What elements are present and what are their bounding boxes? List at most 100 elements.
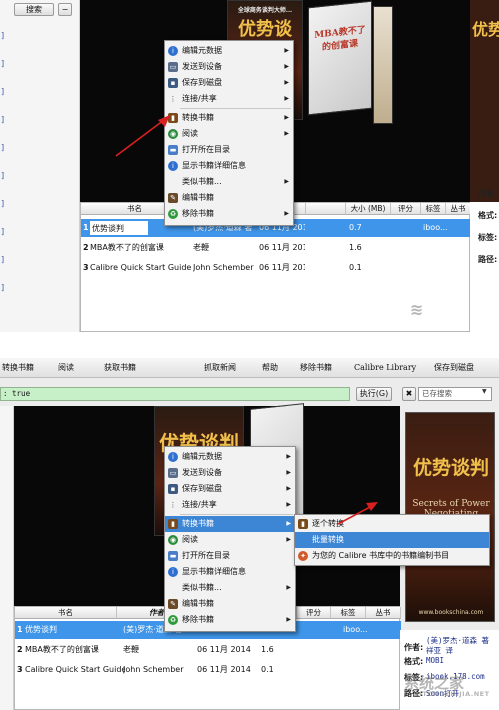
col-title-header[interactable]: 书名 [15, 607, 117, 619]
col-size-header[interactable]: 大小 (MB) [346, 203, 391, 215]
row-title[interactable]: Calibre Quick Start Guide [90, 259, 194, 277]
toolbar-get-books[interactable]: 获取书籍 [104, 359, 136, 377]
col-date-header[interactable] [306, 203, 346, 215]
menu-item-open-folder[interactable]: ▬ 打开所在目录 [165, 548, 295, 564]
toolbar-read[interactable]: 阅读 [58, 359, 74, 377]
format-value[interactable]: MOBI [426, 656, 444, 665]
menu-item-show-details[interactable]: i 显示书籍详细信息 [165, 158, 293, 174]
col-series-header[interactable]: 丛书 [446, 203, 471, 215]
row-title[interactable]: Calibre Quick Start Guide [25, 661, 125, 679]
menu-item-edit-book[interactable]: ✎ 编辑书籍 [165, 190, 293, 206]
menu-item-save-to-disk[interactable]: ▪ 保存到磁盘 ▶ [165, 481, 295, 497]
title-edit-input[interactable]: 优势谈判 [89, 220, 149, 236]
menu-item-edit-book[interactable]: ✎ 编辑书籍 [165, 596, 295, 612]
menu-item-send-to-device[interactable]: ▭ 发送到设备 ▶ [165, 59, 293, 75]
menu-item-show-details[interactable]: i 显示书籍详细信息 [165, 564, 295, 580]
clear-search-button[interactable]: ✖ [402, 387, 416, 401]
submenu-convert-individually[interactable]: ▮ 逐个转换 [295, 516, 489, 532]
row-title[interactable]: 优势谈判 [25, 621, 115, 639]
info-icon: i [168, 452, 178, 462]
read-eye-icon: ◉ [168, 535, 178, 545]
tag-browser-panel [0, 406, 14, 710]
menu-item-read[interactable]: ◉ 阅读 ▶ [165, 532, 295, 548]
menu-item-open-folder[interactable]: ▬ 打开所在目录 [165, 142, 293, 158]
recycle-icon: ♻ [168, 615, 178, 625]
row-tags: iboo... [423, 223, 448, 232]
book-details-pane: 作者: (美)罗杰·道森 著 祥亚 译 格式: MOBI 标签: ibook.1… [400, 630, 499, 710]
menu-item-send-to-device[interactable]: ▭ 发送到设备 ▶ [165, 465, 295, 481]
menu-item-edit-metadata[interactable]: i 编辑元数据 ▶ [165, 43, 293, 59]
search-input[interactable]: : true [0, 387, 350, 401]
menu-separator [180, 514, 293, 515]
col-tags-header[interactable]: 标签 [421, 203, 446, 215]
row-title[interactable]: MBA教不了的创富课 [90, 239, 190, 257]
menu-item-connect-share[interactable]: ⋮ 连接/共享 ▶ [165, 497, 295, 513]
menu-item-similar-books[interactable]: 类似书籍... ▶ [165, 174, 293, 190]
menu-item-remove-books[interactable]: ♻ 移除书籍 ▶ [165, 206, 293, 222]
format-label: 格式: [478, 211, 498, 220]
author-value-2[interactable]: 祥亚 译 [426, 645, 453, 656]
format-label: 格式: [404, 657, 424, 666]
row-author: John Schember [123, 665, 184, 674]
menu-item-connect-share[interactable]: ⋮ 连接/共享 ▶ [165, 91, 293, 107]
toolbar-convert-books[interactable]: 转换书籍 [2, 359, 34, 377]
col-series-header[interactable]: 丛书 [366, 607, 401, 619]
main-toolbar: 转换书籍 阅读 获取书籍 抓取新闻 帮助 移除书籍 Calibre Librar… [0, 358, 499, 378]
row-date: 06 11月 2014 [197, 665, 251, 674]
send-device-icon: ▭ [168, 62, 178, 72]
context-menu: i 编辑元数据 ▶ ▭ 发送到设备 ▶ ▪ 保存到磁盘 ▶ ⋮ 连接/共享 ▶ ▮ 转换书籍 ▶ ◉… [164, 446, 296, 632]
details-info-icon: i [168, 161, 178, 171]
cover-book-far [373, 6, 393, 124]
col-tags-header[interactable]: 标签 [331, 607, 366, 619]
menu-item-remove-books[interactable]: ♻ 移除书籍 ▶ [165, 612, 295, 628]
collapse-button[interactable]: − [58, 3, 72, 16]
search-bar: : true 执行(G) ✖ 已存搜索 ▼ [0, 386, 499, 402]
watermark-logo: ≋ [410, 300, 424, 319]
save-disk-icon: ▪ [168, 78, 178, 88]
chevron-down-icon: ▼ [482, 388, 487, 395]
right-cover-thumb: 优势 [470, 0, 499, 202]
info-icon: i [168, 46, 178, 56]
menu-item-convert-books[interactable]: ▮ 转换书籍 ▶ [165, 110, 293, 126]
col-rating-header[interactable]: 评分 [391, 203, 421, 215]
submenu-bulk-convert[interactable]: 批量转换 [295, 532, 489, 548]
menu-item-edit-metadata[interactable]: i 编辑元数据 ▶ [165, 449, 295, 465]
saved-search-select[interactable]: 已存搜索 [418, 387, 492, 401]
toolbar-library[interactable]: Calibre Library [354, 359, 416, 377]
context-menu: i 编辑元数据 ▶ ▭ 发送到设备 ▶ ▪ 保存到磁盘 ▶ ⋮ 连接/共享 ▶ ▮ 转换书籍 ▶ ◉… [164, 40, 294, 226]
connect-share-icon: ⋮ [169, 501, 177, 509]
row-size: 0.1 [349, 263, 362, 272]
toolbar-fetch-news[interactable]: 抓取新闻 [204, 359, 236, 377]
cover-book-side[interactable]: MBA教不了的创富课 [308, 0, 372, 116]
row-date: 06 11月 2014 [259, 263, 305, 272]
send-device-icon: ▭ [168, 468, 178, 478]
menu-separator [180, 108, 291, 109]
menu-item-read[interactable]: ◉ 阅读 ▶ [165, 126, 293, 142]
submenu-create-catalog[interactable]: ✦ 为您的 Calibre 书库中的书籍编制书目 [295, 548, 489, 564]
row-size: 1.6 [261, 645, 274, 654]
screenshot-bottom: 转换书籍 阅读 获取书籍 抓取新闻 帮助 移除书籍 Calibre Librar… [0, 358, 499, 710]
edit-book-icon: ✎ [168, 599, 178, 609]
toolbar-save-to-disk[interactable]: 保存到磁盘 [434, 359, 474, 377]
row-title[interactable]: MBA教不了的创富课 [25, 641, 121, 659]
search-button[interactable]: 搜索 [14, 3, 54, 16]
menu-item-convert-books[interactable]: ▮ 转换书籍 ▶ [165, 516, 295, 532]
folder-icon: ▬ [168, 551, 178, 561]
menu-item-similar-books[interactable]: 类似书籍... ▶ [165, 580, 295, 596]
tags-label: 标签: [478, 233, 498, 242]
row-number: 3 [17, 665, 23, 674]
catalog-icon: ✦ [298, 551, 308, 561]
convert-book-icon: ▮ [298, 519, 308, 529]
row-author: John Schember [193, 263, 254, 272]
save-disk-icon: ▪ [168, 484, 178, 494]
screenshot-top: 搜索 − ]]]]]]]]]] 全球商务谈判大师... 优势谈判 MBA教不了的… [0, 0, 499, 332]
toolbar-remove-books[interactable]: 移除书籍 [300, 359, 332, 377]
menu-item-save-to-disk[interactable]: ▪ 保存到磁盘 ▶ [165, 75, 293, 91]
col-rating-header[interactable]: 评分 [297, 607, 331, 619]
execute-search-button[interactable]: 执行(G) [356, 387, 392, 401]
row-size: 1.6 [349, 243, 362, 252]
convert-submenu: ▮ 逐个转换 批量转换 ✦ 为您的 Calibre 书库中的书籍编制书目 [294, 514, 490, 566]
toolbar-help[interactable]: 帮助 [262, 359, 278, 377]
row-author: 老鞭 [193, 243, 209, 252]
author-label: 作者: [404, 643, 424, 652]
